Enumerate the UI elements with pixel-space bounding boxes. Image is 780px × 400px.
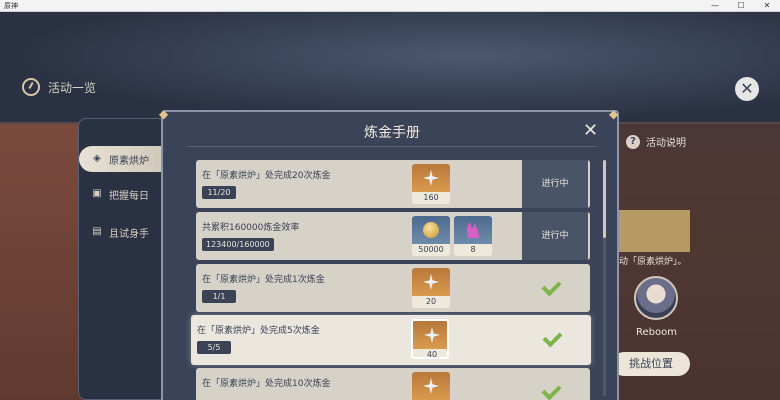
- task-progress: 1/1: [202, 290, 236, 303]
- reward-item[interactable]: 50000: [412, 216, 450, 256]
- window-close-button[interactable]: ✕: [754, 0, 780, 12]
- task-row: 在「原素烘炉」处完成5次炼金 5/5 40: [191, 315, 591, 365]
- tab-label: 原素烘炉: [109, 155, 149, 167]
- challenge-position-button[interactable]: 挑战位置: [612, 352, 690, 376]
- tab-daily[interactable]: ▣ 把握每日: [79, 181, 169, 207]
- primogem-icon: [423, 170, 439, 186]
- reward-item[interactable]: 40: [411, 319, 449, 359]
- activity-info-link[interactable]: ? 活动说明: [626, 134, 686, 149]
- reward-count: 40: [413, 349, 447, 357]
- avatar: [634, 276, 678, 320]
- check-icon: [542, 380, 564, 400]
- tab-label: 且试身手: [109, 228, 149, 240]
- check-icon: [543, 327, 565, 349]
- tab-label: 把握每日: [109, 190, 149, 202]
- cards-icon: ▤: [92, 226, 102, 237]
- divider: [187, 146, 597, 147]
- side-tabs: ◈ 原素烘炉 ▣ 把握每日 ▤ 且试身手: [78, 118, 169, 400]
- maximize-button[interactable]: ☐: [728, 0, 754, 12]
- element-icon: ◈: [93, 153, 101, 164]
- reward-count: 20: [412, 296, 450, 308]
- task-row: 共累积160000炼金效率 123400/160000 50000 8 进行中: [196, 212, 590, 260]
- reward-count: 50000: [412, 244, 450, 256]
- reward-item[interactable]: [412, 372, 450, 400]
- minimize-button[interactable]: —: [702, 0, 728, 12]
- window-title: 原神: [4, 1, 18, 10]
- task-name: 共累积160000炼金效率: [202, 223, 300, 233]
- question-icon: ?: [626, 134, 640, 149]
- task-name: 在「原素烘炉」处完成20次炼金: [202, 171, 331, 181]
- reward-item[interactable]: 8: [454, 216, 492, 256]
- tab-challenge[interactable]: ▤ 且试身手: [79, 219, 169, 245]
- alchemy-handbook-modal: ◆ ◆ 炼金手册 ✕ 在「原素烘炉」处完成20次炼金 11/20 160 进行中…: [159, 107, 619, 400]
- info-label: 活动说明: [646, 138, 686, 149]
- reward-item[interactable]: 160: [412, 164, 450, 204]
- reward-count: 160: [412, 192, 450, 204]
- corner-ornament-icon: ◆: [159, 107, 169, 121]
- event-text: 动「原素烘炉」。: [619, 257, 687, 267]
- calendar-icon: ▣: [92, 188, 102, 199]
- primogem-icon: [423, 378, 439, 394]
- compass-icon: [22, 78, 40, 96]
- background-sky: [0, 12, 780, 122]
- window-titlebar: 原神 — ☐ ✕: [0, 0, 780, 12]
- event-banner: [618, 210, 690, 252]
- mora-icon: [423, 222, 439, 238]
- background-left: [0, 124, 85, 400]
- status-badge: 进行中: [522, 160, 588, 208]
- reward-count: 8: [454, 244, 492, 256]
- primogem-icon: [423, 274, 439, 290]
- check-icon: [542, 276, 564, 298]
- task-row: 在「原素烘炉」处完成10次炼金: [196, 368, 590, 400]
- modal-title: 炼金手册: [364, 125, 420, 141]
- task-row: 在「原素烘炉」处完成20次炼金 11/20 160 进行中: [196, 160, 590, 208]
- reward-item[interactable]: 20: [412, 268, 450, 308]
- task-row: 在「原素烘炉」处完成1次炼金 1/1 20: [196, 264, 590, 312]
- task-progress: 11/20: [202, 186, 236, 199]
- task-name: 在「原素烘炉」处完成1次炼金: [202, 275, 325, 285]
- activity-title: 活动一览: [48, 80, 97, 95]
- scrollbar-thumb[interactable]: [603, 160, 606, 238]
- player-name: Reboom: [636, 327, 677, 338]
- task-name: 在「原素烘炉」处完成10次炼金: [202, 379, 331, 389]
- activity-header: 活动一览: [22, 78, 96, 96]
- task-name: 在「原素烘炉」处完成5次炼金: [197, 326, 320, 336]
- tab-alchemy-furnace[interactable]: ◈ 原素烘炉: [79, 146, 169, 172]
- crystal-icon: [466, 222, 480, 238]
- activity-close-button[interactable]: ✕: [735, 77, 759, 101]
- corner-ornament-icon: ◆: [609, 107, 619, 121]
- primogem-icon: [424, 327, 440, 343]
- status-badge: 进行中: [522, 212, 588, 260]
- task-progress: 123400/160000: [202, 238, 274, 251]
- modal-close-button[interactable]: ✕: [583, 120, 598, 141]
- task-progress: 5/5: [197, 341, 231, 354]
